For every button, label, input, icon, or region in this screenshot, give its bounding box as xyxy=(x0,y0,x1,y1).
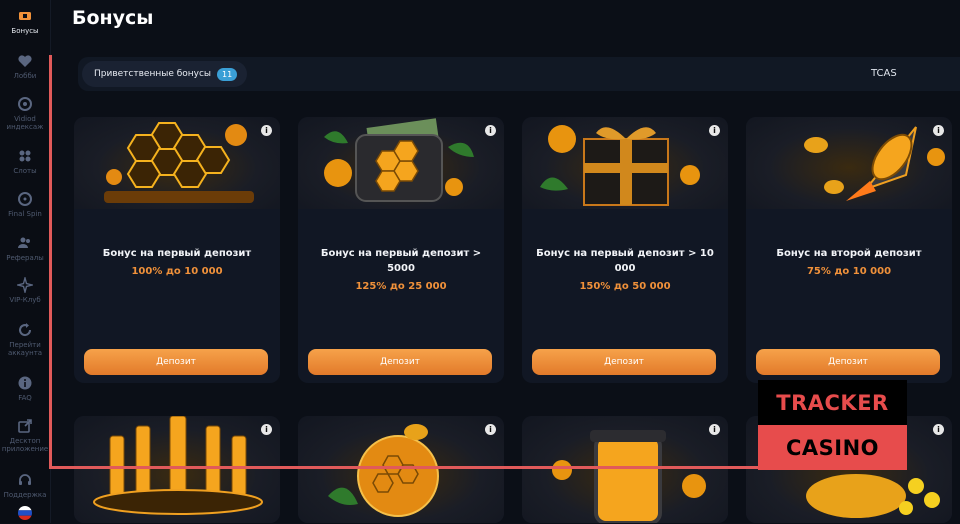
card-offer: 125% до 25 000 xyxy=(355,281,447,292)
wallet-illustration xyxy=(298,117,504,209)
language-selector[interactable] xyxy=(0,505,50,524)
info-icon[interactable]: i xyxy=(933,125,944,136)
sidebar-item-faq[interactable]: FAQ xyxy=(0,375,50,402)
honeycomb-illustration xyxy=(74,117,280,209)
card-title: Бонус на первый депозит > 10 000 xyxy=(536,248,714,274)
info-icon[interactable]: i xyxy=(261,424,272,435)
info-icon[interactable]: i xyxy=(709,125,720,136)
russia-flag-icon xyxy=(18,506,32,520)
card-title: Бонус на второй депозит xyxy=(776,248,922,259)
bonus-card: i xyxy=(74,416,280,523)
bonus-card: i Бонус на первый депозит > 5000 125% до… xyxy=(298,117,504,383)
sphere-art xyxy=(328,424,439,517)
rocket-illustration xyxy=(746,117,952,209)
deposit-button[interactable]: Депозит xyxy=(84,349,268,375)
honeycomb-art xyxy=(104,122,254,203)
sidebar-item-vip[interactable]: VIP-Клуб xyxy=(0,277,50,304)
wheel-icon xyxy=(18,192,32,206)
filter-chip-welcome-bonuses[interactable]: Приветственные бонусы 11 xyxy=(82,61,248,87)
sidebar-item-final-spin[interactable]: Final Spin xyxy=(0,191,50,218)
sidebar-item-slots[interactable]: Слоты xyxy=(0,148,50,175)
sparkle-icon xyxy=(17,277,33,293)
bonus-card: i Бонус на первый депозит > 10 000 150% … xyxy=(522,117,728,383)
watermark-line-1: TRACKER xyxy=(758,380,907,425)
deposit-button[interactable]: Депозит xyxy=(756,349,940,375)
sidebar-item-label: Final Spin xyxy=(8,210,42,218)
deposit-button[interactable]: Депозит xyxy=(308,349,492,375)
card-title: Бонус на первый депозит > 5000 xyxy=(320,248,482,274)
bonus-card: i Бонус на первый депозит 100% до 10 000… xyxy=(74,117,280,383)
grid-icon xyxy=(19,150,31,162)
info-icon[interactable]: i xyxy=(709,424,720,435)
sidebar-item-lobby[interactable]: Лобби xyxy=(0,53,50,80)
sidebar-item-label: Лобби xyxy=(13,72,37,80)
bonus-card: i xyxy=(522,416,728,523)
honey-sphere-illustration xyxy=(298,416,504,523)
headset-icon xyxy=(19,474,31,485)
card-offer: 75% до 10 000 xyxy=(806,266,892,277)
sidebar-item-label: Бонусы xyxy=(11,27,39,35)
heart-icon xyxy=(18,55,32,67)
sidebar-item-label: VIP-Клуб xyxy=(9,296,41,304)
sidebar-item-video[interactable]: Vidiod индексаж xyxy=(0,96,50,131)
tcas-label[interactable]: TCAS xyxy=(871,68,897,79)
sidebar-item-referrals[interactable]: Рефералы xyxy=(0,235,50,262)
card-offer: 100% до 10 000 xyxy=(131,266,223,277)
sidebar-item-label: FAQ xyxy=(18,394,32,402)
tracker-casino-watermark: TRACKER CASINO xyxy=(758,380,907,470)
camera-icon xyxy=(18,97,32,111)
sidebar-item-label: Поддержка xyxy=(3,491,47,499)
refresh-icon xyxy=(19,323,32,337)
chip-count-badge: 11 xyxy=(217,67,238,81)
info-icon xyxy=(18,376,32,390)
ticket-icon xyxy=(19,12,31,20)
sidebar-item-label: Перейти аккаунта xyxy=(7,341,43,357)
external-icon xyxy=(18,419,32,433)
filter-bar: Приветственные бонусы 11 TCAS xyxy=(78,57,960,91)
info-icon[interactable]: i xyxy=(933,424,944,435)
sidebar-item-desktop-app[interactable]: Десктоп приложение xyxy=(0,418,50,453)
sidebar-item-bonuses[interactable]: Бонусы xyxy=(0,8,50,35)
card-title: Бонус на первый депозит xyxy=(102,248,252,259)
sidebar-item-label: Десктоп приложение xyxy=(1,437,49,453)
sidebar-item-label: Слоты xyxy=(13,167,37,175)
people-icon xyxy=(18,237,30,248)
gift-art xyxy=(540,125,700,206)
info-icon[interactable]: i xyxy=(485,424,496,435)
sidebar-item-label: Рефералы xyxy=(6,254,44,262)
info-icon[interactable]: i xyxy=(485,125,496,136)
jar-art xyxy=(552,430,706,523)
bonus-card: i xyxy=(298,416,504,523)
crown-art xyxy=(93,416,263,515)
bonus-card: i Бонус на второй депозит 75% до 10 000 … xyxy=(746,117,952,383)
info-icon[interactable]: i xyxy=(261,125,272,136)
chip-label: Приветственные бонусы xyxy=(94,69,212,79)
sidebar-item-label: Vidiod индексаж xyxy=(6,115,44,131)
watermark-line-2: CASINO xyxy=(758,425,907,470)
page-title: Бонусы xyxy=(72,7,154,29)
gift-box-illustration xyxy=(522,117,728,209)
deposit-button[interactable]: Депозит xyxy=(532,349,716,375)
rocket-art xyxy=(804,126,945,201)
sidebar-item-switch-account[interactable]: Перейти аккаунта xyxy=(0,322,50,357)
sidebar: Бонусы Лобби Vidiod индексаж Слоты Final… xyxy=(0,0,51,523)
wallet-art xyxy=(324,118,474,202)
honey-crown-illustration xyxy=(74,416,280,523)
highlight-border-left xyxy=(49,55,52,468)
honey-jar-illustration xyxy=(522,416,728,523)
sidebar-item-support[interactable]: Поддержка xyxy=(0,472,50,499)
card-offer: 150% до 50 000 xyxy=(579,281,671,292)
